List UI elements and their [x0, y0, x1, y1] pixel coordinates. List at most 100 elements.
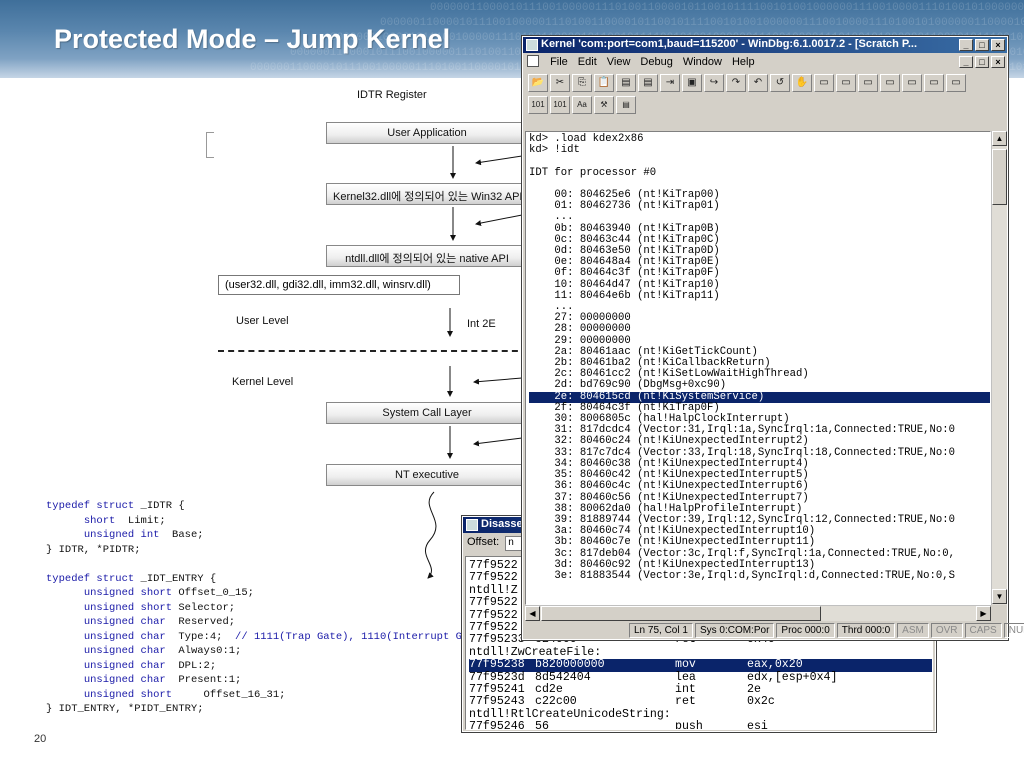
- disasm-col-0: 77f95243: [469, 695, 525, 709]
- windbg-title: Kernel 'com:port=com1,baud=115200' - Win…: [541, 38, 918, 50]
- disasm-col-3: esi: [747, 720, 768, 730]
- horizontal-scrollbar[interactable]: ◀ ▶: [525, 605, 991, 621]
- mdi-minimize-button[interactable]: _: [959, 56, 973, 68]
- code-line: unsigned char Type:4; // 1111(Trap Gate)…: [46, 630, 487, 645]
- toolbar-button-icon[interactable]: ▣: [682, 74, 702, 92]
- horizontal-scroll-thumb[interactable]: [541, 606, 821, 621]
- toolbar-button-icon[interactable]: 📂: [528, 74, 548, 92]
- toolbar-button-icon[interactable]: 101: [550, 96, 570, 114]
- command-output-lines: kd> .load kdex2x86 kd> !idt IDT for proce…: [526, 132, 990, 582]
- code-text: Offset_16_31;: [172, 688, 286, 701]
- code-text: _IDT_ENTRY {: [140, 572, 217, 585]
- toolbar-button-icon[interactable]: ✋: [792, 74, 812, 92]
- disasm-col-2: ret: [675, 695, 696, 709]
- code-text: Present:1;: [165, 674, 242, 686]
- code-keyword: unsigned char: [83, 630, 166, 643]
- toolbar-button-icon[interactable]: ▭: [946, 74, 966, 92]
- toolbar-button-icon[interactable]: ⎘: [572, 74, 592, 92]
- output-line[interactable]: 3e: 81883544 (Vector:3e,Irql:d,SyncIrql:…: [529, 570, 990, 582]
- toolbar-button-icon[interactable]: ⇥: [660, 74, 680, 92]
- status-field: ASM: [897, 623, 929, 638]
- disasm-line[interactable]: 77f95243 c22c00 ret 0x2c: [469, 695, 932, 709]
- output-line[interactable]: ...: [529, 212, 990, 223]
- disasm-col-2: mov: [675, 658, 696, 672]
- scroll-up-icon[interactable]: ▲: [992, 131, 1007, 146]
- maximize-button[interactable]: □: [975, 39, 989, 51]
- toolbar-button-icon[interactable]: ▭: [924, 74, 944, 92]
- code-keyword: unsigned char: [83, 674, 166, 686]
- output-line[interactable]: kd> .load kdex2x86: [529, 133, 990, 145]
- output-line[interactable]: 0f: 80464c3f (nt!KiTrap0F): [529, 268, 990, 279]
- mdi-restore-button[interactable]: □: [975, 56, 989, 68]
- toolbar-button-icon[interactable]: ▭: [902, 74, 922, 92]
- windbg-window[interactable]: Kernel 'com:port=com1,baud=115200' - Win…: [521, 35, 1024, 641]
- menu-help[interactable]: Help: [732, 56, 755, 68]
- scroll-down-icon[interactable]: ▼: [992, 589, 1007, 604]
- mdi-close-button[interactable]: ×: [991, 56, 1005, 68]
- scroll-thumb[interactable]: [992, 149, 1007, 205]
- toolbar-button-icon[interactable]: ▤: [616, 74, 636, 92]
- code-line: unsigned char Always0:1;: [46, 644, 487, 659]
- selected-disasm-line[interactable]: 77f95238 b820000000 mov eax,0x20: [469, 658, 932, 672]
- toolbar-button-icon[interactable]: ▭: [880, 74, 900, 92]
- output-line[interactable]: 11: 80464e6b (nt!KiTrap11): [529, 290, 990, 302]
- code-line: } IDT_ENTRY, *PIDT_ENTRY;: [46, 702, 487, 717]
- page-number: 20: [34, 733, 47, 745]
- toolbar-button-icon[interactable]: ▭: [814, 74, 834, 92]
- toolbar-button-icon[interactable]: ▤: [616, 96, 636, 114]
- output-line[interactable]: kd> !idt: [529, 144, 990, 156]
- toolbar-button-icon[interactable]: ▤: [638, 74, 658, 92]
- code-line: typedef struct _IDT_ENTRY {: [46, 572, 487, 587]
- output-line[interactable]: 01: 80462736 (nt!KiTrap01): [529, 201, 990, 212]
- code-text: Reserved;: [165, 616, 236, 628]
- toolbar-button-icon[interactable]: Aa: [572, 96, 592, 114]
- menu-window[interactable]: Window: [683, 56, 722, 68]
- scroll-left-icon[interactable]: ◀: [525, 606, 540, 621]
- disassembly-window-icon: [466, 519, 478, 531]
- toolbar-button-icon[interactable]: 📋: [594, 74, 614, 92]
- toolbar-button-icon[interactable]: ↶: [748, 74, 768, 92]
- code-keyword: unsigned char: [83, 616, 166, 628]
- output-line[interactable]: 32: 80460c24 (nt!KiUnexpectedInterrupt2): [529, 436, 990, 447]
- menu-debug[interactable]: Debug: [640, 56, 672, 68]
- toolbar-button-icon[interactable]: 101: [528, 96, 548, 114]
- toolbar-button-icon[interactable]: ↺: [770, 74, 790, 92]
- toolbar-button-icon[interactable]: ▭: [836, 74, 856, 92]
- toolbar-button-icon[interactable]: ✂: [550, 74, 570, 92]
- menu-view[interactable]: View: [607, 56, 631, 68]
- close-button[interactable]: ×: [991, 39, 1005, 51]
- main-toolbar: 📂 ✂ ⎘ 📋 ▤ ▤ ⇥ ▣ ↪ ↷ ↶ ↺ ✋ ▭ ▭ ▭ ▭ ▭ ▭ ▭: [523, 71, 1007, 93]
- code-keyword: unsigned short: [83, 688, 173, 701]
- menu-edit[interactable]: Edit: [578, 56, 597, 68]
- scroll-right-icon[interactable]: ▶: [976, 606, 991, 621]
- disasm-col-3: eax,0x20: [747, 658, 803, 672]
- code-line: unsigned short Offset_16_31;: [46, 688, 487, 703]
- vertical-scrollbar[interactable]: ▲ ▼: [991, 131, 1007, 605]
- code-keyword: unsigned short: [83, 587, 173, 599]
- toolbar-button-icon[interactable]: ⚒: [594, 96, 614, 114]
- disasm-col-2: push: [675, 720, 703, 730]
- toolbar-button-icon[interactable]: ▭: [858, 74, 878, 92]
- toolbar-button-icon[interactable]: ↷: [726, 74, 746, 92]
- output-line[interactable]: 28: 00000000: [529, 324, 990, 335]
- output-line[interactable]: 2d: bd769c90 (DbgMsg+0xc90): [529, 380, 990, 391]
- menu-file[interactable]: File: [550, 56, 568, 68]
- disasm-line[interactable]: 77f95246 56 push esi: [469, 720, 932, 730]
- minimize-button[interactable]: _: [959, 39, 973, 51]
- status-bar: Ln 75, Col 1 Sys 0:COM:Por Proc 000:0 Thrd …: [629, 623, 1024, 640]
- toolbar-button-icon[interactable]: ↪: [704, 74, 724, 92]
- code-text: Type:4;: [165, 630, 236, 643]
- code-keyword: short: [83, 514, 116, 527]
- output-line[interactable]: 3b: 80460c7e (nt!KiUnexpectedInterrupt11…: [529, 537, 990, 548]
- output-line[interactable]: IDT for processor #0: [529, 167, 990, 179]
- command-output[interactable]: kd> .load kdex2x86 kd> !idt IDT for proce…: [525, 131, 991, 605]
- windbg-titlebar[interactable]: Kernel 'com:port=com1,baud=115200' - Win…: [523, 37, 1007, 53]
- code-text: } IDT_ENTRY, *PIDT_ENTRY;: [46, 703, 204, 715]
- disasm-col-0: ntdll!RtlCreateUnicodeString:: [469, 707, 671, 721]
- output-line[interactable]: 36: 80460c4c (nt!KiUnexpectedInterrupt6): [529, 481, 990, 492]
- output-line[interactable]: [529, 156, 990, 167]
